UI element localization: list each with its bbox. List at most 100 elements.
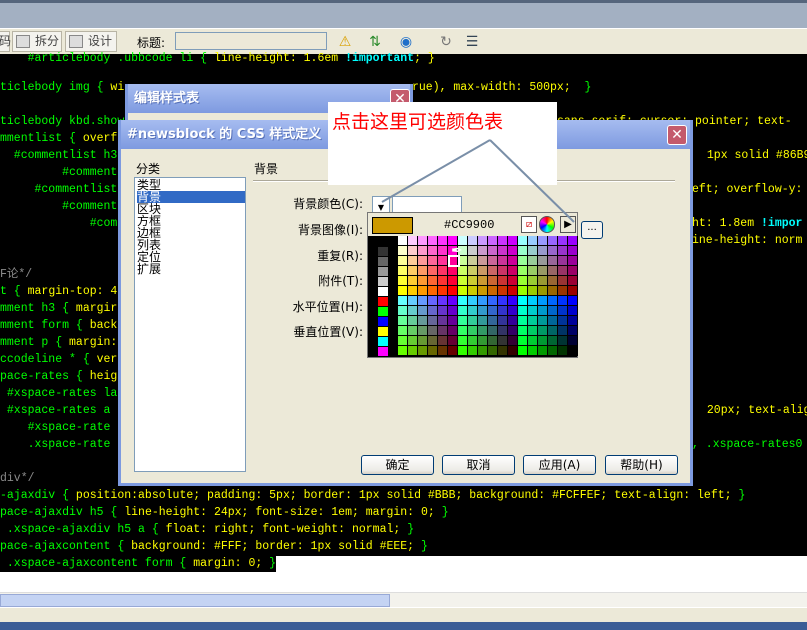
- color-cell[interactable]: [538, 326, 548, 336]
- color-cell[interactable]: [508, 246, 518, 256]
- color-cell[interactable]: [398, 336, 408, 346]
- color-cell[interactable]: [458, 296, 468, 306]
- color-cell[interactable]: [478, 326, 488, 336]
- color-cell[interactable]: [548, 336, 558, 346]
- color-cell[interactable]: [468, 316, 478, 326]
- color-cell[interactable]: [468, 336, 478, 346]
- color-cell[interactable]: [398, 256, 408, 266]
- color-cell[interactable]: [488, 336, 498, 346]
- color-cell[interactable]: [428, 236, 438, 246]
- color-cell[interactable]: [528, 236, 538, 246]
- color-cell[interactable]: [418, 346, 428, 356]
- color-cell[interactable]: [438, 276, 448, 286]
- color-cell[interactable]: [548, 276, 558, 286]
- color-cell[interactable]: [518, 256, 528, 266]
- color-cell[interactable]: [468, 326, 478, 336]
- color-cell[interactable]: [558, 346, 568, 356]
- color-cell[interactable]: [478, 286, 488, 296]
- color-cell[interactable]: [478, 276, 488, 286]
- refresh-icon[interactable]: ↻: [436, 33, 456, 51]
- color-cell[interactable]: [568, 306, 578, 316]
- color-cell[interactable]: [508, 286, 518, 296]
- color-cell[interactable]: [398, 316, 408, 326]
- color-cell[interactable]: [558, 336, 568, 346]
- color-cell[interactable]: [408, 346, 418, 356]
- color-cell[interactable]: [528, 266, 538, 276]
- color-cell[interactable]: [508, 306, 518, 316]
- color-cell[interactable]: [438, 266, 448, 276]
- color-cell[interactable]: [538, 306, 548, 316]
- color-cell[interactable]: [518, 296, 528, 306]
- color-cell[interactable]: [558, 256, 568, 266]
- color-cell[interactable]: [498, 246, 508, 256]
- color-cell[interactable]: [398, 306, 408, 316]
- basic-color-swatch[interactable]: [378, 267, 388, 276]
- color-cell[interactable]: [418, 306, 428, 316]
- color-cell[interactable]: [518, 266, 528, 276]
- design-view-button[interactable]: 设计: [65, 31, 117, 52]
- color-cell[interactable]: [448, 336, 458, 346]
- color-cell[interactable]: [408, 256, 418, 266]
- color-cell[interactable]: [548, 306, 558, 316]
- color-cell[interactable]: [558, 246, 568, 256]
- color-cell[interactable]: [478, 336, 488, 346]
- color-cell[interactable]: [528, 256, 538, 266]
- color-cell[interactable]: [528, 336, 538, 346]
- color-cell[interactable]: [478, 236, 488, 246]
- color-cell[interactable]: [558, 276, 568, 286]
- color-cell[interactable]: [568, 266, 578, 276]
- color-cell[interactable]: [528, 316, 538, 326]
- ok-button[interactable]: 确定: [361, 455, 434, 475]
- basic-color-swatch[interactable]: [378, 347, 388, 356]
- color-cell[interactable]: [428, 266, 438, 276]
- color-cell[interactable]: [418, 286, 428, 296]
- color-cell[interactable]: [428, 246, 438, 256]
- color-cell[interactable]: [568, 326, 578, 336]
- color-cell[interactable]: [508, 296, 518, 306]
- color-cell[interactable]: [528, 286, 538, 296]
- color-cell[interactable]: [538, 246, 548, 256]
- color-cell[interactable]: [518, 326, 528, 336]
- color-cell[interactable]: [508, 316, 518, 326]
- color-cell[interactable]: [418, 256, 428, 266]
- preview-globe-icon[interactable]: ◉: [396, 33, 416, 51]
- no-color-icon[interactable]: ⧄: [521, 216, 537, 233]
- color-cell[interactable]: [518, 306, 528, 316]
- color-cell[interactable]: [428, 346, 438, 356]
- color-cell[interactable]: [558, 296, 568, 306]
- color-cell[interactable]: [398, 286, 408, 296]
- color-cell[interactable]: [478, 246, 488, 256]
- color-cell[interactable]: [508, 236, 518, 246]
- color-cell[interactable]: [568, 236, 578, 246]
- scrollbar-thumb[interactable]: [0, 594, 390, 607]
- color-cell[interactable]: [428, 336, 438, 346]
- color-cell[interactable]: [548, 266, 558, 276]
- color-cell[interactable]: [428, 306, 438, 316]
- color-cell[interactable]: [488, 246, 498, 256]
- color-cell[interactable]: [568, 276, 578, 286]
- color-cell[interactable]: [438, 236, 448, 246]
- color-picker-button[interactable]: ▼: [372, 196, 390, 213]
- color-cell[interactable]: [468, 296, 478, 306]
- color-cell[interactable]: [498, 256, 508, 266]
- color-cell[interactable]: [568, 296, 578, 306]
- color-cell[interactable]: [458, 286, 468, 296]
- color-cell[interactable]: [468, 286, 478, 296]
- color-cell[interactable]: [548, 326, 558, 336]
- color-cell[interactable]: [508, 276, 518, 286]
- color-cell[interactable]: [518, 316, 528, 326]
- color-cell[interactable]: [518, 236, 528, 246]
- color-cell[interactable]: [458, 326, 468, 336]
- color-cell[interactable]: [448, 346, 458, 356]
- color-cell[interactable]: [518, 336, 528, 346]
- color-cell[interactable]: [448, 266, 458, 276]
- color-cell[interactable]: [538, 286, 548, 296]
- color-cell[interactable]: [438, 316, 448, 326]
- color-cell[interactable]: [488, 256, 498, 266]
- color-cell[interactable]: [408, 316, 418, 326]
- color-cell[interactable]: [508, 256, 518, 266]
- color-cell[interactable]: [468, 246, 478, 256]
- color-cell[interactable]: [418, 316, 428, 326]
- color-cell[interactable]: [488, 286, 498, 296]
- color-cell[interactable]: [528, 306, 538, 316]
